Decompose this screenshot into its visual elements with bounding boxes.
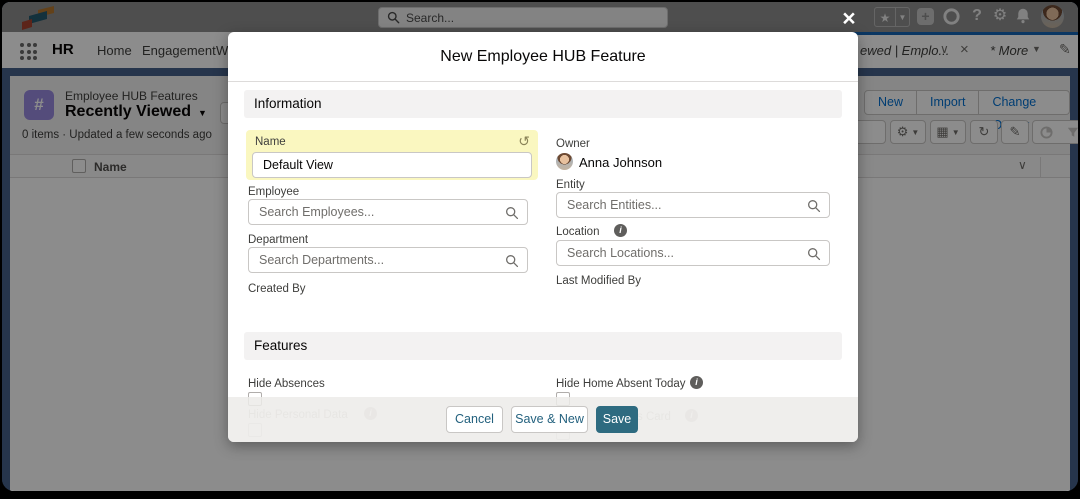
modal-footer: Cancel Save & New Save (228, 397, 858, 442)
department-label: Department (248, 234, 308, 246)
department-lookup (248, 247, 528, 273)
owner-label: Owner (556, 138, 590, 150)
section-features[interactable]: Features (244, 332, 842, 360)
cancel-button[interactable]: Cancel (446, 406, 503, 433)
owner-avatar (556, 153, 573, 170)
section-information[interactable]: Information (244, 90, 842, 118)
employee-label: Employee (248, 186, 299, 198)
screenshot-frame: ★ ▼ + ? ⚙ HR Home Engagement W ewed | Em… (0, 0, 1080, 499)
search-icon (807, 199, 821, 213)
employee-lookup (248, 199, 528, 225)
save-and-new-button[interactable]: Save & New (511, 406, 588, 433)
entity-label: Entity (556, 179, 585, 191)
location-lookup-input[interactable] (567, 246, 803, 260)
last-modified-by-label: Last Modified By (556, 275, 641, 287)
entity-lookup (556, 192, 830, 218)
info-icon[interactable]: i (614, 224, 627, 237)
name-input[interactable] (263, 158, 521, 172)
modal-close-icon[interactable]: × (834, 4, 864, 32)
created-by-label: Created By (248, 283, 306, 295)
hide-home-absent-today-label: Hide Home Absent Today (556, 378, 686, 390)
employee-lookup-input[interactable] (259, 205, 501, 219)
hide-absences-label: Hide Absences (248, 378, 325, 390)
name-field-highlight: Name ↺ (246, 130, 538, 180)
new-record-modal: New Employee HUB Feature Information Nam… (228, 32, 858, 442)
search-icon (505, 254, 519, 268)
department-lookup-input[interactable] (259, 253, 501, 267)
location-lookup (556, 240, 830, 266)
search-icon (505, 206, 519, 220)
entity-lookup-input[interactable] (567, 198, 803, 212)
search-icon (807, 247, 821, 261)
app-window: ★ ▼ + ? ⚙ HR Home Engagement W ewed | Em… (2, 2, 1078, 491)
name-label: Name (255, 136, 286, 148)
name-input-wrap (252, 152, 532, 178)
save-button[interactable]: Save (596, 406, 638, 433)
info-icon[interactable]: i (690, 376, 703, 389)
modal-title: New Employee HUB Feature (228, 32, 858, 82)
undo-icon[interactable]: ↺ (518, 133, 530, 150)
owner-value: Anna Johnson (579, 155, 662, 170)
location-label: Location (556, 226, 599, 238)
